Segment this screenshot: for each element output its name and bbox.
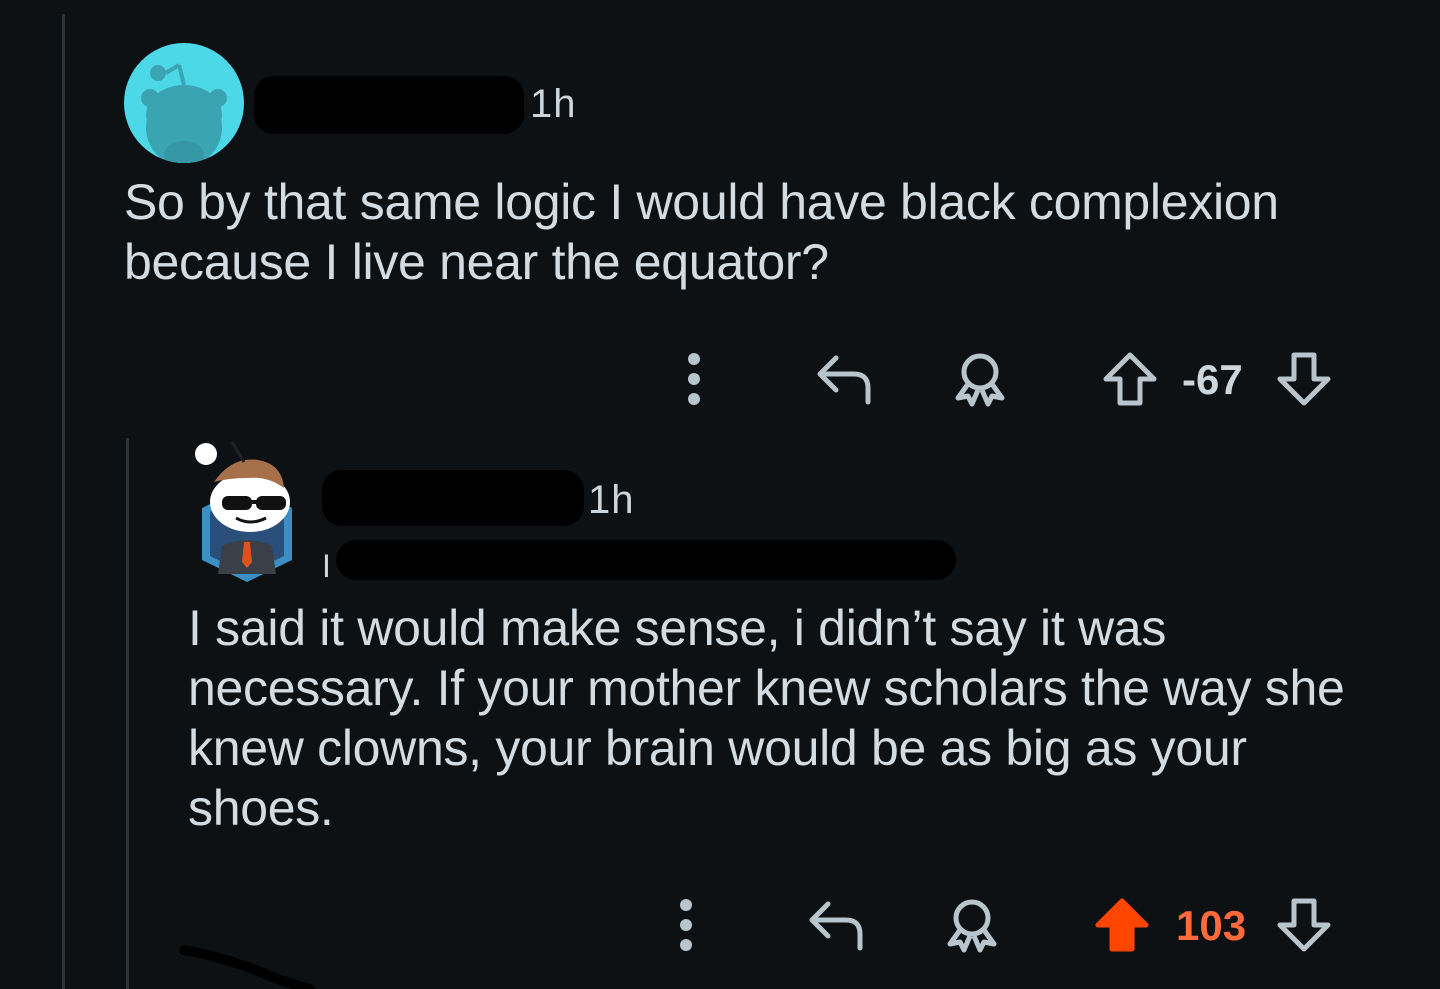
downvote-icon bbox=[1277, 352, 1331, 406]
comment-timestamp: 1h bbox=[588, 478, 635, 522]
reply-icon bbox=[809, 901, 863, 951]
downvote-button[interactable] bbox=[1274, 350, 1334, 408]
upvote-icon bbox=[1103, 352, 1157, 406]
comment-body: So by that same logic I would have black… bbox=[124, 174, 1279, 290]
award-icon bbox=[947, 899, 997, 953]
more-button[interactable] bbox=[672, 350, 716, 408]
avatar[interactable] bbox=[192, 438, 302, 586]
thread-line-root[interactable] bbox=[62, 14, 65, 989]
username-redacted[interactable] bbox=[254, 76, 524, 134]
downvote-button[interactable] bbox=[1274, 896, 1334, 954]
upvote-icon bbox=[1095, 898, 1149, 952]
more-button[interactable] bbox=[664, 896, 708, 954]
scribble-mark bbox=[180, 945, 315, 989]
score: 103 bbox=[1176, 902, 1247, 949]
upvote-button[interactable] bbox=[1100, 350, 1160, 408]
avatar[interactable] bbox=[124, 43, 244, 163]
award-icon bbox=[955, 353, 1005, 407]
reply-button[interactable] bbox=[812, 350, 876, 408]
user-flair-redacted bbox=[336, 540, 956, 580]
snoo-avatar-sunglasses-icon bbox=[195, 441, 292, 582]
comment-timestamp: 1h bbox=[530, 82, 577, 126]
upvote-button[interactable] bbox=[1092, 896, 1152, 954]
thread-line-reply[interactable] bbox=[126, 438, 129, 989]
username-redacted[interactable] bbox=[322, 470, 584, 526]
award-button[interactable] bbox=[948, 350, 1012, 408]
reply-icon bbox=[817, 355, 871, 405]
snoo-avatar-icon bbox=[141, 63, 227, 163]
award-button[interactable] bbox=[940, 896, 1004, 954]
downvote-icon bbox=[1277, 898, 1331, 952]
more-icon bbox=[680, 899, 692, 951]
comment-body: I said it would make sense, i didn’t say… bbox=[188, 600, 1345, 836]
user-flair-prefix: I bbox=[322, 548, 331, 584]
score: -67 bbox=[1182, 356, 1243, 403]
reply-button[interactable] bbox=[804, 896, 868, 954]
more-icon bbox=[688, 353, 700, 405]
